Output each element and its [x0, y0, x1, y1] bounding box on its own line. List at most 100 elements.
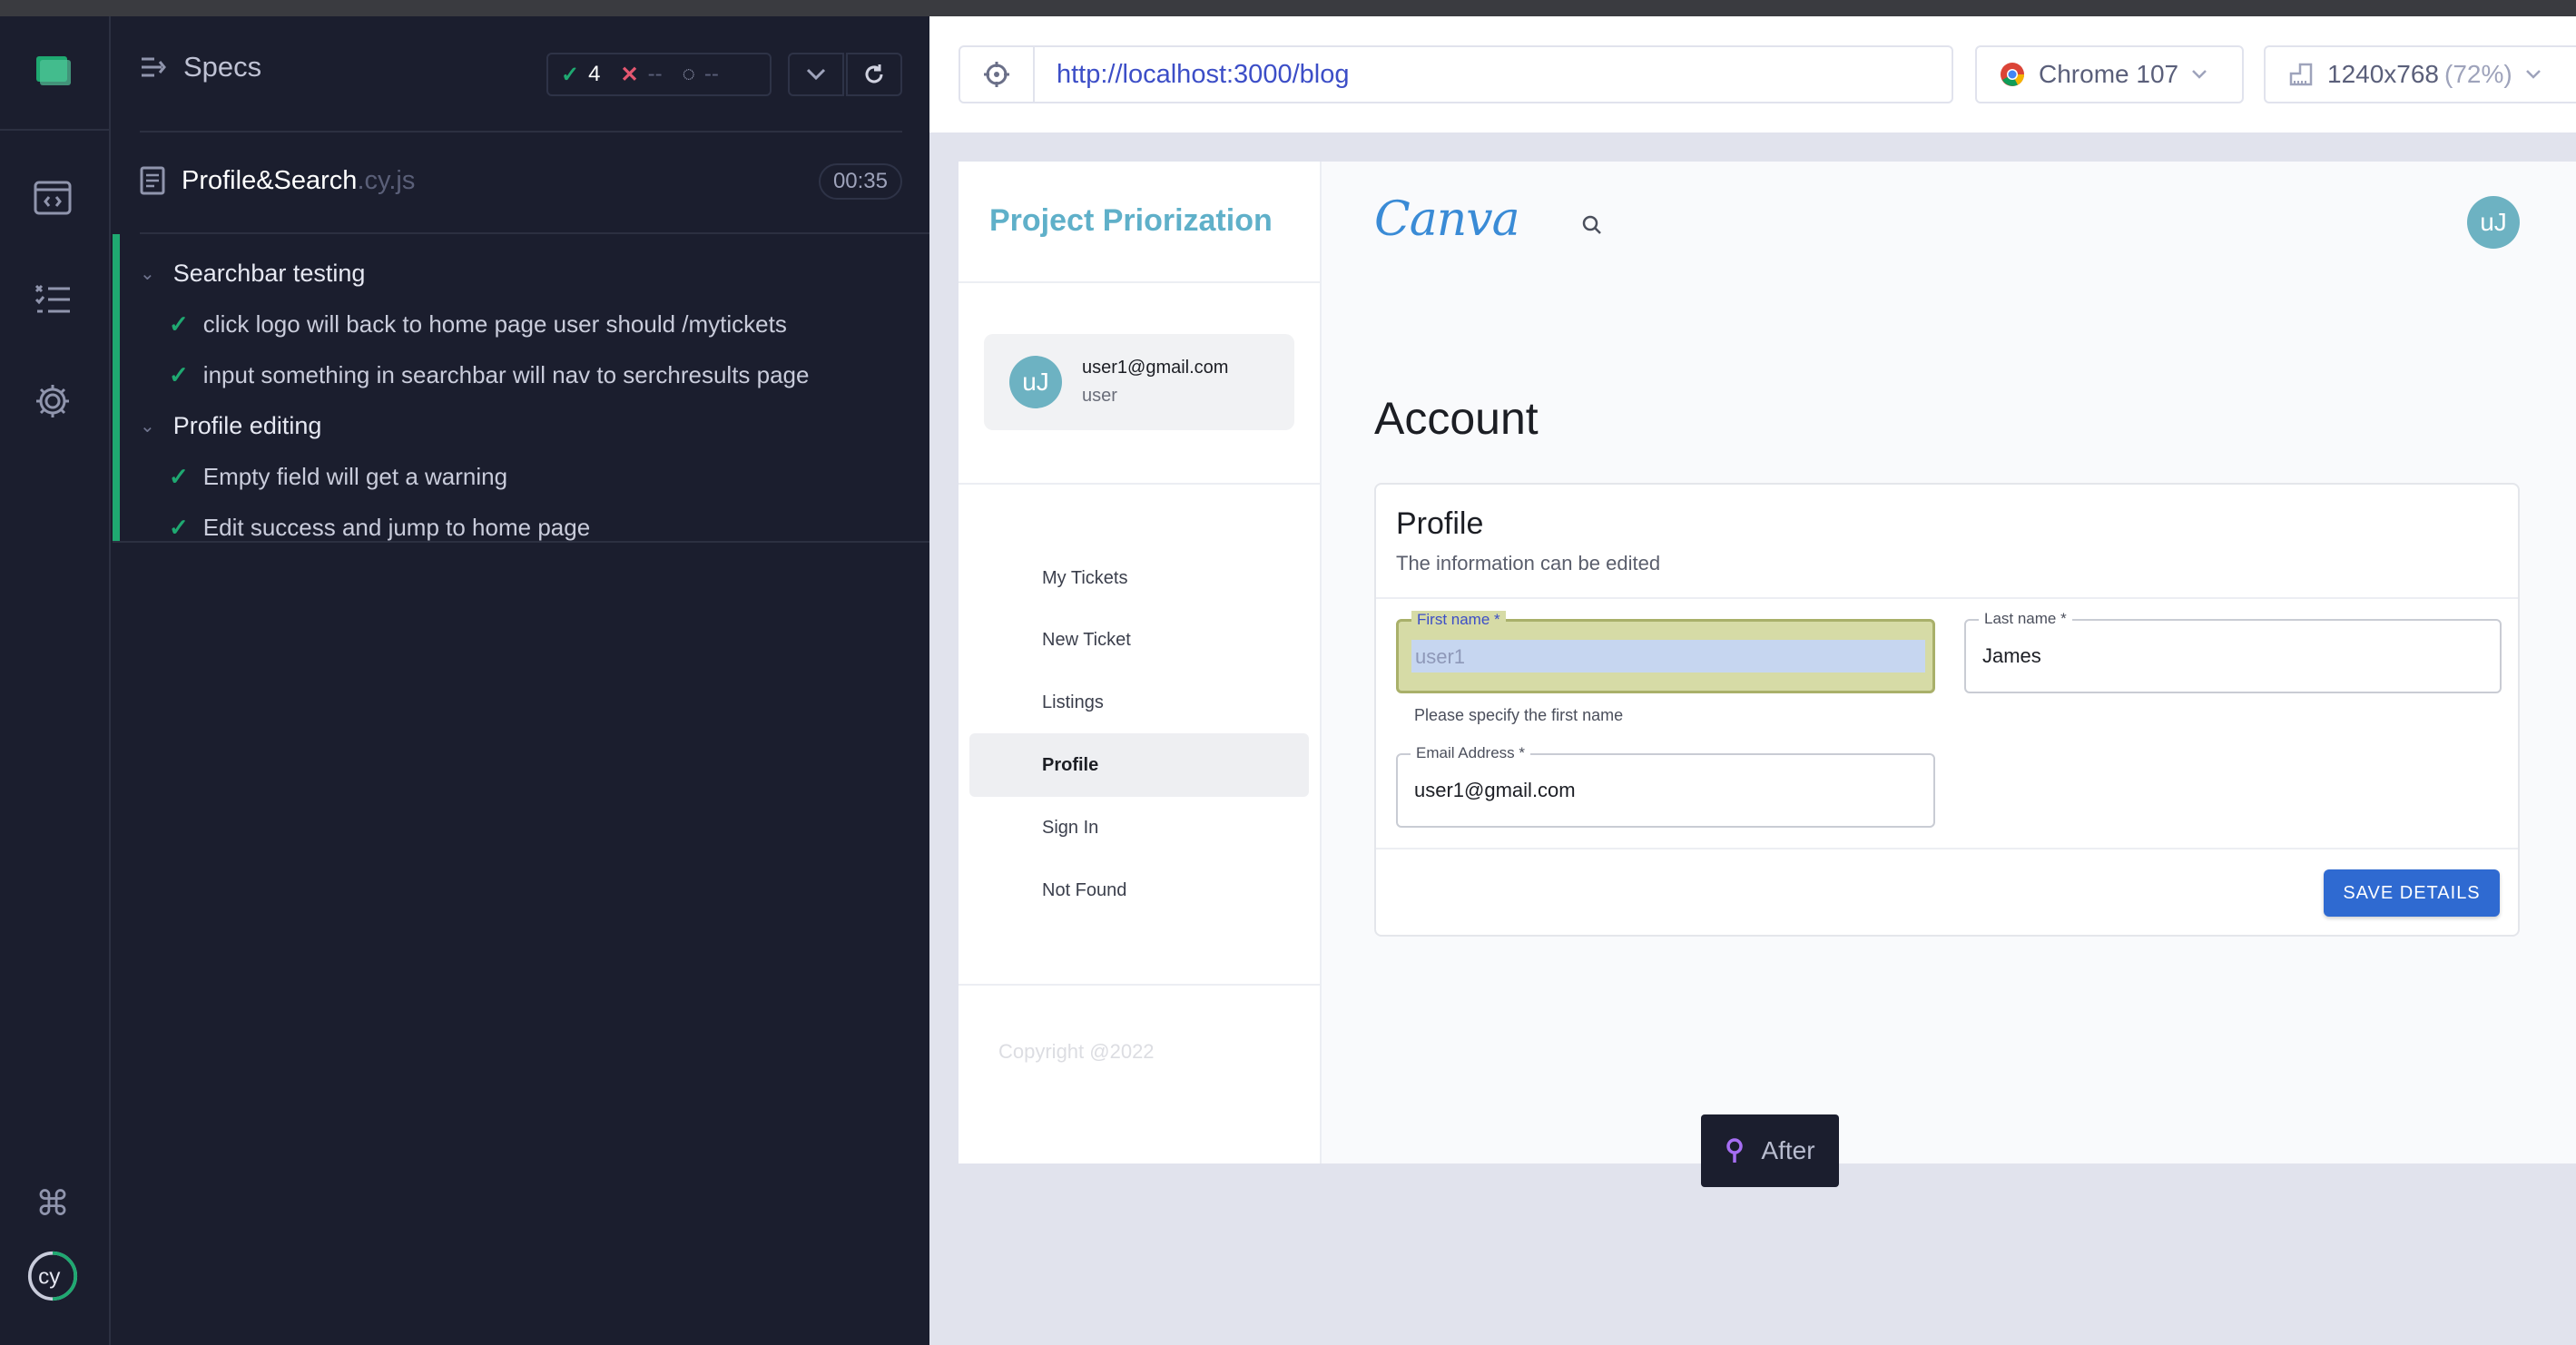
- settings-gear-icon[interactable]: [27, 376, 78, 427]
- url-bar[interactable]: http://localhost:3000/blog: [959, 45, 1953, 103]
- browser-selector[interactable]: Chrome 107: [1975, 45, 2244, 103]
- test-row[interactable]: ✓ Empty field will get a warning: [169, 463, 507, 491]
- spec-file-header: Profile&Search .cy.js 00:35: [140, 160, 902, 201]
- test-stats: ✓ 4 ✕ -- ◌ --: [546, 53, 772, 96]
- test-list: ⌄ Searchbar testing ✓ click logo will ba…: [113, 234, 929, 543]
- test-title: Empty field will get a warning: [202, 463, 508, 490]
- header-avatar[interactable]: uJ: [2467, 196, 2520, 249]
- email-field[interactable]: Email Address * user1@gmail.com: [1396, 744, 1935, 828]
- specs-list-icon[interactable]: [140, 55, 167, 79]
- test-row[interactable]: ✓ input something in searchbar will nav …: [169, 361, 809, 389]
- test-row[interactable]: ✓ click logo will back to home page user…: [169, 310, 787, 339]
- sidebar-item-new-ticket[interactable]: New Ticket: [969, 608, 1309, 672]
- sidebar-item-my-tickets[interactable]: My Tickets: [969, 546, 1309, 610]
- browser-name: Chrome 107: [2039, 60, 2179, 88]
- page-title: Account: [1374, 393, 1539, 444]
- snapshot-after-badge[interactable]: After: [1701, 1114, 1839, 1187]
- spec-file-ext: .cy.js: [357, 165, 416, 195]
- rerun-button[interactable]: [846, 53, 902, 96]
- card-divider: [1376, 848, 2518, 849]
- passed-check-icon: ✓: [561, 62, 580, 87]
- test-row[interactable]: ✓ Edit success and jump to home page: [169, 514, 590, 542]
- chevron-down-icon: [806, 68, 826, 81]
- snapshot-label: After: [1761, 1136, 1815, 1164]
- viewport-selector[interactable]: 1240x768 (72%): [2264, 45, 2576, 103]
- test-title: input something in searchbar will nav to…: [202, 361, 810, 388]
- url-text: http://localhost:3000/blog: [1057, 59, 1350, 89]
- svg-text:cy: cy: [38, 1264, 61, 1289]
- pass-check-icon: ✓: [169, 361, 189, 388]
- collapse-all-button[interactable]: [788, 53, 844, 96]
- chevron-down-icon: [2192, 70, 2207, 79]
- search-icon[interactable]: [1578, 211, 1607, 240]
- browser-preview: http://localhost:3000/blog Chrome 107 12…: [929, 16, 2576, 1345]
- save-details-button[interactable]: SAVE DETAILS: [2324, 869, 2500, 917]
- canva-logo[interactable]: Canva: [1374, 192, 1520, 247]
- spec-duration: 00:35: [818, 163, 902, 200]
- browser-toolbar: http://localhost:3000/blog Chrome 107 12…: [929, 16, 2576, 133]
- copyright: Copyright @2022: [998, 1040, 1155, 1063]
- project-icon[interactable]: [27, 44, 78, 94]
- specs-panel: Specs ✓ 4 ✕ -- ◌ -- Profile&Search .cy.js 0…: [113, 16, 929, 1345]
- rail-divider: [0, 129, 111, 131]
- user-info: user1@gmail.com user: [1082, 358, 1228, 407]
- refresh-icon: [865, 64, 883, 83]
- sidebar-divider: [959, 281, 1322, 283]
- pending-count: ◌ --: [682, 62, 719, 86]
- app-brand[interactable]: Project Priorization: [989, 203, 1273, 239]
- chevron-down-icon: [2525, 70, 2541, 79]
- profile-title: Profile: [1396, 506, 1484, 541]
- email-value: user1@gmail.com: [1414, 779, 1576, 801]
- sidebar-item-sign-in[interactable]: Sign In: [969, 796, 1309, 859]
- chevron-down-icon: ⌄: [140, 264, 155, 284]
- sidebar-item-not-found[interactable]: Not Found: [969, 859, 1309, 922]
- suite-row[interactable]: ⌄ Searchbar testing: [140, 260, 365, 288]
- suite-title: Searchbar testing: [172, 260, 366, 287]
- user-email: user1@gmail.com: [1082, 358, 1229, 378]
- pending-spinner-icon: ◌: [682, 62, 695, 86]
- suite-row[interactable]: ⌄ Profile editing: [140, 412, 321, 440]
- test-title: click logo will back to home page user s…: [202, 310, 787, 338]
- text-selection-highlight: [1411, 640, 1925, 672]
- specs-divider: [140, 131, 902, 133]
- app-main: Canva uJ Account Profile The information…: [1322, 162, 2576, 1163]
- avatar: uJ: [1009, 356, 1062, 408]
- failed-x-icon: ✕: [620, 62, 639, 87]
- first-name-field[interactable]: First name * user1: [1396, 611, 1935, 693]
- sidebar-divider: [959, 984, 1322, 986]
- aut-viewport: Project Priorization uJ user1@gmail.com …: [959, 162, 2576, 1163]
- app-sidebar: Project Priorization uJ user1@gmail.com …: [959, 162, 1322, 1163]
- sidebar-item-listings[interactable]: Listings: [969, 671, 1309, 734]
- ruler-icon: [2289, 63, 2313, 86]
- last-name-field[interactable]: Last name * James: [1964, 610, 2502, 693]
- keyboard-shortcuts-icon[interactable]: ⌘: [27, 1178, 78, 1229]
- sidebar-divider: [959, 483, 1322, 485]
- specs-header: Specs: [140, 51, 261, 83]
- crosshair-icon: [984, 62, 1009, 87]
- user-card: uJ user1@gmail.com user: [984, 334, 1294, 430]
- tests-divider: [113, 541, 929, 543]
- email-label: Email Address *: [1411, 744, 1530, 762]
- chevron-down-icon: ⌄: [140, 417, 155, 437]
- chrome-icon: [2001, 63, 2024, 86]
- selector-playground-button[interactable]: [960, 47, 1035, 102]
- specs-browser-icon[interactable]: [27, 172, 78, 223]
- last-name-value: James: [1982, 644, 2041, 667]
- passed-count: ✓ 4: [561, 62, 601, 87]
- cypress-logo-icon[interactable]: cy: [27, 1251, 78, 1301]
- card-divider: [1376, 597, 2518, 599]
- first-name-label: First name *: [1411, 611, 1506, 629]
- failed-count: ✕ --: [620, 62, 663, 87]
- suite-title: Profile editing: [172, 412, 322, 439]
- runs-list-icon[interactable]: [27, 274, 78, 325]
- sidebar-item-profile[interactable]: Profile: [969, 733, 1309, 797]
- window-top-strip: [0, 0, 2576, 16]
- cypress-sidebar: ⌘ cy: [0, 16, 111, 1345]
- spec-file-name: Profile&Search: [182, 165, 358, 195]
- viewport-scale: (72%): [2444, 60, 2512, 88]
- profile-subtitle: The information can be edited: [1396, 552, 1661, 574]
- last-name-label: Last name *: [1979, 610, 2072, 628]
- pass-check-icon: ✓: [169, 463, 189, 490]
- pass-check-icon: ✓: [169, 514, 189, 541]
- first-name-helper: Please specify the first name: [1414, 706, 1624, 724]
